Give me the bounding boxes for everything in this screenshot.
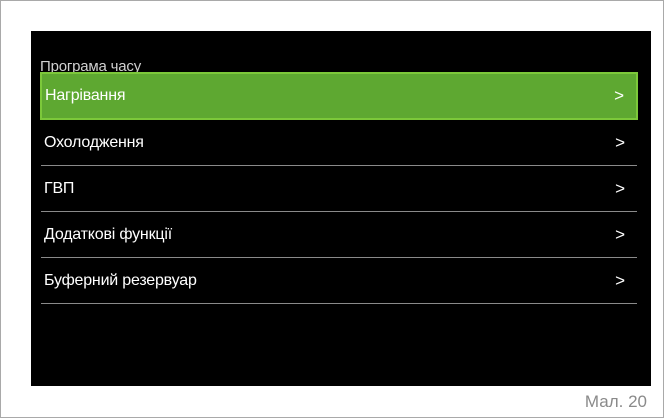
chevron-right-icon: > — [615, 178, 625, 198]
figure-caption: Мал. 20 — [584, 392, 647, 411]
menu-item-label: Охолодження — [44, 133, 144, 151]
menu-item-heating[interactable]: Нагрівання > — [40, 72, 638, 120]
menu-item-label: Додаткові функції — [44, 225, 172, 243]
menu-list: Нагрівання > Охолодження > ГВП > Додатко… — [31, 72, 651, 304]
chevron-right-icon: > — [614, 86, 624, 105]
display-screen: Програма часу Нагрівання > Охолодження >… — [31, 31, 651, 386]
menu-item-buffer-tank[interactable]: Буферний резервуар > — [41, 258, 637, 304]
chevron-right-icon: > — [615, 132, 625, 152]
chevron-right-icon: > — [615, 224, 625, 244]
chevron-right-icon: > — [615, 270, 625, 290]
menu-item-label: Буферний резервуар — [44, 271, 197, 289]
menu-item-dhw[interactable]: ГВП > — [41, 166, 637, 212]
menu-item-cooling[interactable]: Охолодження > — [41, 120, 637, 166]
figure-frame: Програма часу Нагрівання > Охолодження >… — [0, 0, 664, 418]
menu-title: Програма часу — [40, 58, 142, 75]
menu-item-extra-functions[interactable]: Додаткові функції > — [41, 212, 637, 258]
menu-item-label: ГВП — [44, 179, 75, 197]
menu-item-label: Нагрівання — [45, 87, 126, 104]
